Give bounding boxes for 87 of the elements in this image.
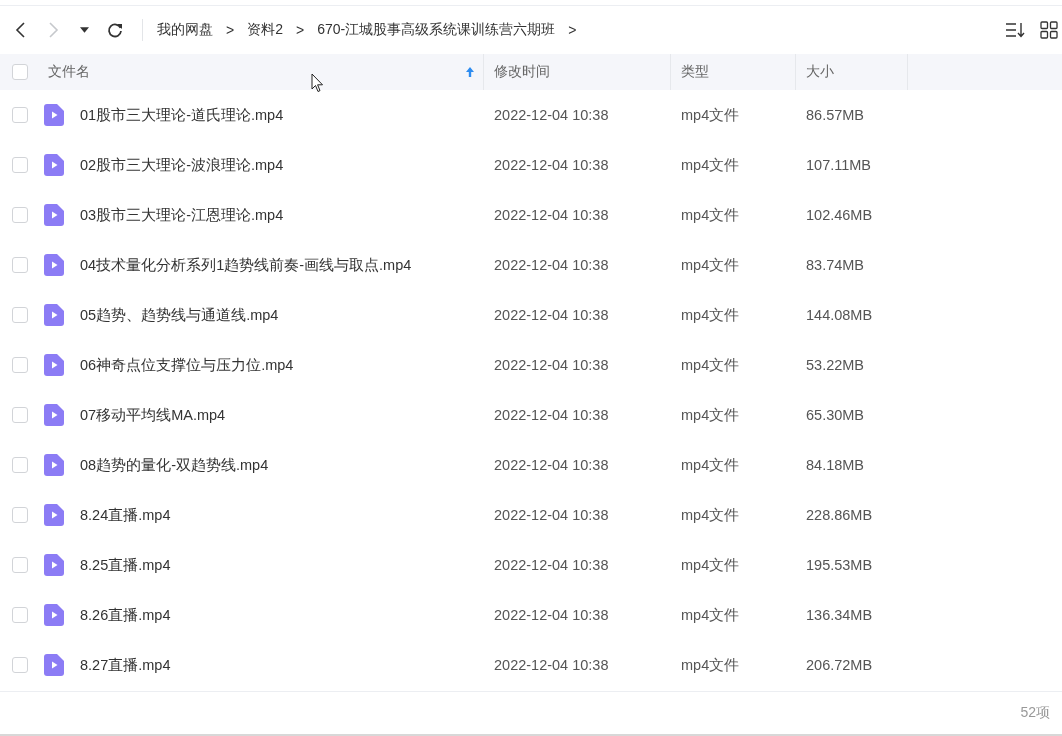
file-size: 136.34MB	[806, 607, 873, 623]
modified-time: 2022-12-04 10:38	[494, 357, 609, 373]
video-file-icon	[44, 254, 64, 276]
file-type: mp4文件	[681, 555, 740, 575]
checkbox[interactable]	[12, 257, 28, 273]
checkbox[interactable]	[12, 157, 28, 173]
checkbox[interactable]	[12, 407, 28, 423]
breadcrumb-link[interactable]: 670-江城股事高级系统课训练营六期班	[317, 21, 556, 39]
checkbox[interactable]	[12, 307, 28, 323]
file-name[interactable]: 01股市三大理论-道氏理论.mp4	[80, 105, 284, 125]
modified-time: 2022-12-04 10:38	[494, 657, 609, 673]
modified-time: 2022-12-04 10:38	[494, 307, 609, 323]
video-file-icon	[44, 604, 64, 626]
modified-time: 2022-12-04 10:38	[494, 207, 609, 223]
file-name[interactable]: 08趋势的量化-双趋势线.mp4	[80, 455, 269, 475]
checkbox[interactable]	[12, 357, 28, 373]
video-file-icon	[44, 154, 64, 176]
checkbox[interactable]	[12, 557, 28, 573]
breadcrumb-link[interactable]: 我的网盘	[157, 21, 213, 39]
checkbox[interactable]	[12, 207, 28, 223]
video-file-icon	[44, 454, 64, 476]
video-file-icon	[44, 304, 64, 326]
file-size: 206.72MB	[806, 657, 873, 673]
file-type: mp4文件	[681, 255, 740, 275]
modified-time: 2022-12-04 10:38	[494, 107, 609, 123]
file-size: 84.18MB	[806, 457, 865, 473]
file-type: mp4文件	[681, 205, 740, 225]
checkbox[interactable]	[12, 507, 28, 523]
caret-icon	[79, 27, 89, 33]
file-size: 107.11MB	[806, 157, 872, 173]
file-type: mp4文件	[681, 155, 740, 175]
sort-arrow-icon	[465, 66, 475, 78]
video-file-icon	[44, 504, 64, 526]
file-name[interactable]: 07移动平均线MA.mp4	[80, 405, 226, 425]
file-name[interactable]: 02股市三大理论-波浪理论.mp4	[80, 155, 284, 175]
file-size: 65.30MB	[806, 407, 865, 423]
file-name[interactable]: 04技术量化分析系列1趋势线前奏-画线与取点.mp4	[80, 255, 412, 275]
file-size: 53.22MB	[806, 357, 865, 373]
file-type: mp4文件	[681, 105, 740, 125]
file-name[interactable]: 8.26直播.mp4	[80, 605, 171, 625]
breadcrumb-link[interactable]: 资料2	[247, 21, 283, 39]
modified-time: 2022-12-04 10:38	[494, 507, 609, 523]
file-name[interactable]: 8.27直播.mp4	[80, 655, 171, 675]
modified-time: 2022-12-04 10:38	[494, 157, 609, 173]
file-type: mp4文件	[681, 305, 740, 325]
modified-time: 2022-12-04 10:38	[494, 607, 609, 623]
file-name[interactable]: 06神奇点位支撑位与压力位.mp4	[80, 355, 294, 375]
video-file-icon	[44, 404, 64, 426]
checkbox[interactable]	[12, 657, 28, 673]
file-type: mp4文件	[681, 405, 740, 425]
column-header[interactable]: 修改时间	[494, 54, 670, 90]
grid-view-icon[interactable]	[1038, 19, 1060, 41]
item-count: 52项	[1020, 704, 1050, 722]
modified-time: 2022-12-04 10:38	[494, 407, 609, 423]
file-type: mp4文件	[681, 505, 740, 525]
video-file-icon	[44, 104, 64, 126]
modified-time: 2022-12-04 10:38	[494, 457, 609, 473]
file-size: 83.74MB	[806, 257, 865, 273]
breadcrumb-separator: >	[296, 22, 305, 38]
file-size: 144.08MB	[806, 307, 873, 323]
checkbox[interactable]	[12, 607, 28, 623]
file-type: mp4文件	[681, 605, 740, 625]
column-header[interactable]: 文件名	[48, 54, 483, 90]
checkbox[interactable]	[12, 64, 28, 80]
breadcrumb-separator: >	[226, 22, 235, 38]
checkbox[interactable]	[12, 107, 28, 123]
file-name[interactable]: 03股市三大理论-江恩理论.mp4	[80, 205, 284, 225]
file-type: mp4文件	[681, 655, 740, 675]
video-file-icon	[44, 204, 64, 226]
video-file-icon	[44, 654, 64, 676]
file-type: mp4文件	[681, 455, 740, 475]
column-header[interactable]: 类型	[681, 54, 795, 90]
file-type: mp4文件	[681, 355, 740, 375]
file-name[interactable]: 8.24直播.mp4	[80, 505, 171, 525]
file-name[interactable]: 8.25直播.mp4	[80, 555, 171, 575]
video-file-icon	[44, 354, 64, 376]
column-header[interactable]: 大小	[806, 54, 907, 90]
checkbox[interactable]	[12, 457, 28, 473]
breadcrumb-separator: >	[568, 22, 577, 38]
modified-time: 2022-12-04 10:38	[494, 257, 609, 273]
file-size: 86.57MB	[806, 107, 865, 123]
video-file-icon	[44, 554, 64, 576]
file-name[interactable]: 05趋势、趋势线与通道线.mp4	[80, 305, 279, 325]
modified-time: 2022-12-04 10:38	[494, 557, 609, 573]
file-size: 228.86MB	[806, 507, 873, 523]
file-size: 195.53MB	[806, 557, 873, 573]
file-size: 102.46MB	[806, 207, 873, 223]
